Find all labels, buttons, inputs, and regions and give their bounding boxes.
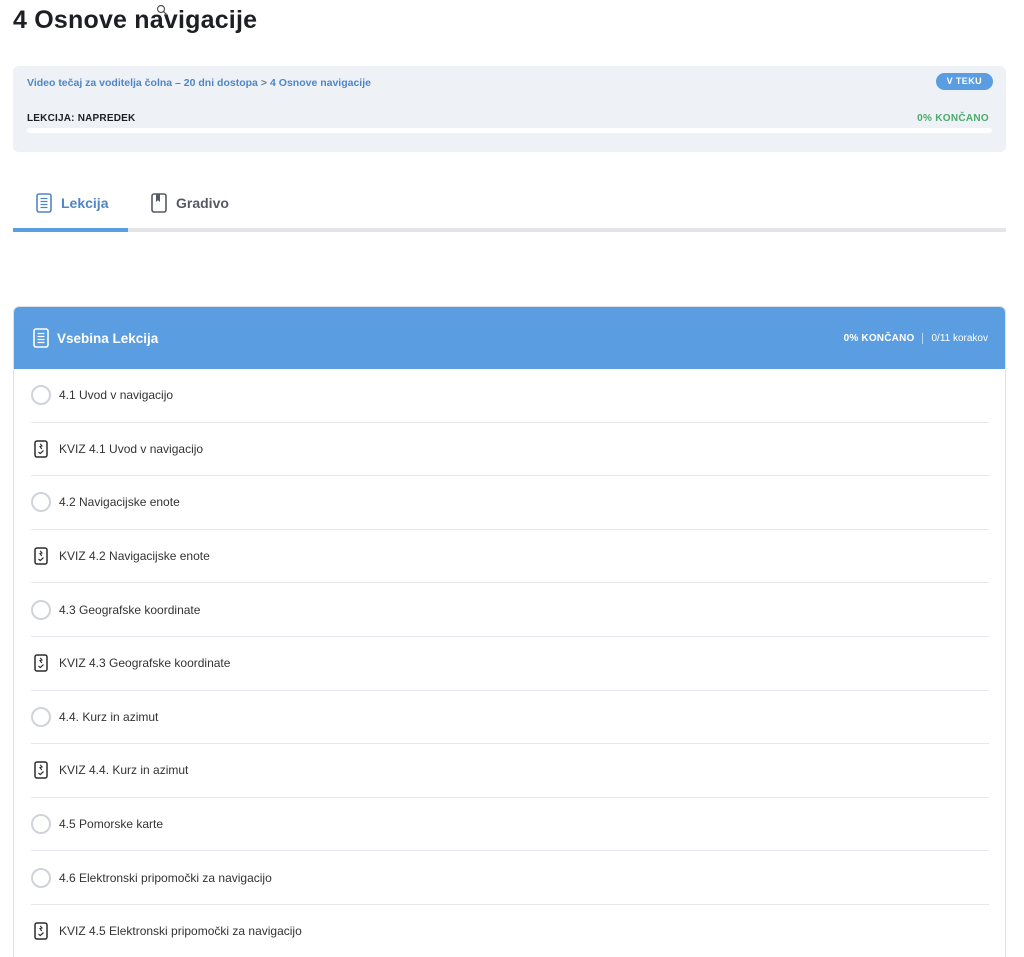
breadcrumb: Video tečaj za voditelja čolna – 20 dni … xyxy=(27,77,371,89)
quiz-icon xyxy=(31,653,51,673)
tabs-underline xyxy=(13,228,1006,232)
lesson-item-label: 4.4. Kurz in azimut xyxy=(59,709,159,724)
bookmark-icon xyxy=(151,192,167,213)
incomplete-circle-icon xyxy=(31,814,51,835)
quiz-item[interactable]: KVIZ 4.2 Navigacijske enote xyxy=(31,530,989,584)
quiz-icon xyxy=(31,760,51,780)
breadcrumb-separator: > xyxy=(260,77,268,89)
tab-lekcija-label: Lekcija xyxy=(61,194,109,211)
document-icon xyxy=(33,328,49,348)
quiz-icon xyxy=(31,439,51,459)
quiz-item[interactable]: KVIZ 4.1 Uvod v navigacijo xyxy=(31,423,989,477)
quiz-icon xyxy=(31,921,51,941)
breadcrumb-course-link[interactable]: Video tečaj za voditelja čolna – 20 dni … xyxy=(27,77,258,89)
document-icon xyxy=(36,192,52,213)
lesson-item-label: KVIZ 4.5 Elektronski pripomočki za navig… xyxy=(59,924,302,939)
lesson-item-label: KVIZ 4.2 Navigacijske enote xyxy=(59,549,210,564)
tab-gradivo[interactable]: Gradivo xyxy=(151,176,229,229)
lesson-item-label: 4.3 Geografske koordinate xyxy=(59,602,201,617)
incomplete-circle-icon xyxy=(31,867,51,888)
quiz-item[interactable]: KVIZ 4.5 Elektronski pripomočki za navig… xyxy=(31,905,989,957)
progress-percent: 0% KONČANO xyxy=(917,113,989,124)
lesson-item-label: KVIZ 4.1 Uvod v navigacijo xyxy=(59,441,204,456)
incomplete-circle-icon xyxy=(31,706,51,727)
tab-gradivo-label: Gradivo xyxy=(176,194,229,211)
page-title: 4 Osnove navigacije xyxy=(13,6,258,34)
lesson-tabs: Lekcija Gradivo xyxy=(13,176,1006,232)
lesson-list: 4.1 Uvod v navigacijo KVIZ 4.1 Uvod v nav… xyxy=(14,369,1005,957)
incomplete-circle-icon xyxy=(31,492,51,513)
lesson-item-label: 4.1 Uvod v navigacijo xyxy=(59,388,174,403)
lesson-item-label: 4.6 Elektronski pripomočki za navigacijo xyxy=(59,870,272,885)
breadcrumb-current-link[interactable]: 4 Osnove navigacije xyxy=(270,77,371,89)
progress-label: LEKCIJA: NAPREDEK xyxy=(27,113,136,124)
topic-item[interactable]: 4.3 Geografske koordinate xyxy=(31,583,989,637)
topic-item[interactable]: 4.5 Pomorske karte xyxy=(31,798,989,852)
topic-item[interactable]: 4.6 Elektronski pripomočki za navigacijo xyxy=(31,851,989,905)
magnifier-cursor-icon xyxy=(156,4,168,16)
incomplete-circle-icon xyxy=(31,599,51,620)
quiz-item[interactable]: KVIZ 4.4. Kurz in azimut xyxy=(31,744,989,798)
status-badge: V TEKU xyxy=(935,73,993,90)
progress-bar xyxy=(27,128,992,133)
tab-lekcija[interactable]: Lekcija xyxy=(36,176,108,229)
quiz-icon xyxy=(31,546,51,566)
quiz-item[interactable]: KVIZ 4.3 Geografske koordinate xyxy=(31,637,989,691)
panel-progress: 0% KONČANO 0/11 korakov xyxy=(843,332,988,344)
lesson-item-label: KVIZ 4.3 Geografske koordinate xyxy=(59,656,231,671)
topic-item[interactable]: 4.4. Kurz in azimut xyxy=(31,691,989,745)
panel-steps: 0/11 korakov xyxy=(931,332,988,344)
topic-item[interactable]: 4.2 Navigacijske enote xyxy=(31,476,989,530)
panel-percent: 0% KONČANO xyxy=(843,332,915,344)
active-tab-indicator xyxy=(13,228,128,232)
incomplete-circle-icon xyxy=(31,385,51,406)
lesson-item-label: KVIZ 4.4. Kurz in azimut xyxy=(59,763,189,778)
lesson-content-panel: Vsebina Lekcija 0% KONČANO 0/11 korakov … xyxy=(13,306,1006,957)
panel-header: Vsebina Lekcija 0% KONČANO 0/11 korakov xyxy=(14,307,1005,369)
lesson-item-label: 4.5 Pomorske karte xyxy=(59,817,164,832)
lesson-item-label: 4.2 Navigacijske enote xyxy=(59,495,180,510)
lesson-status-card: Video tečaj za voditelja čolna – 20 dni … xyxy=(13,66,1006,152)
topic-item[interactable]: 4.1 Uvod v navigacijo xyxy=(31,369,989,423)
panel-title: Vsebina Lekcija xyxy=(57,330,159,346)
panel-divider xyxy=(922,332,924,344)
